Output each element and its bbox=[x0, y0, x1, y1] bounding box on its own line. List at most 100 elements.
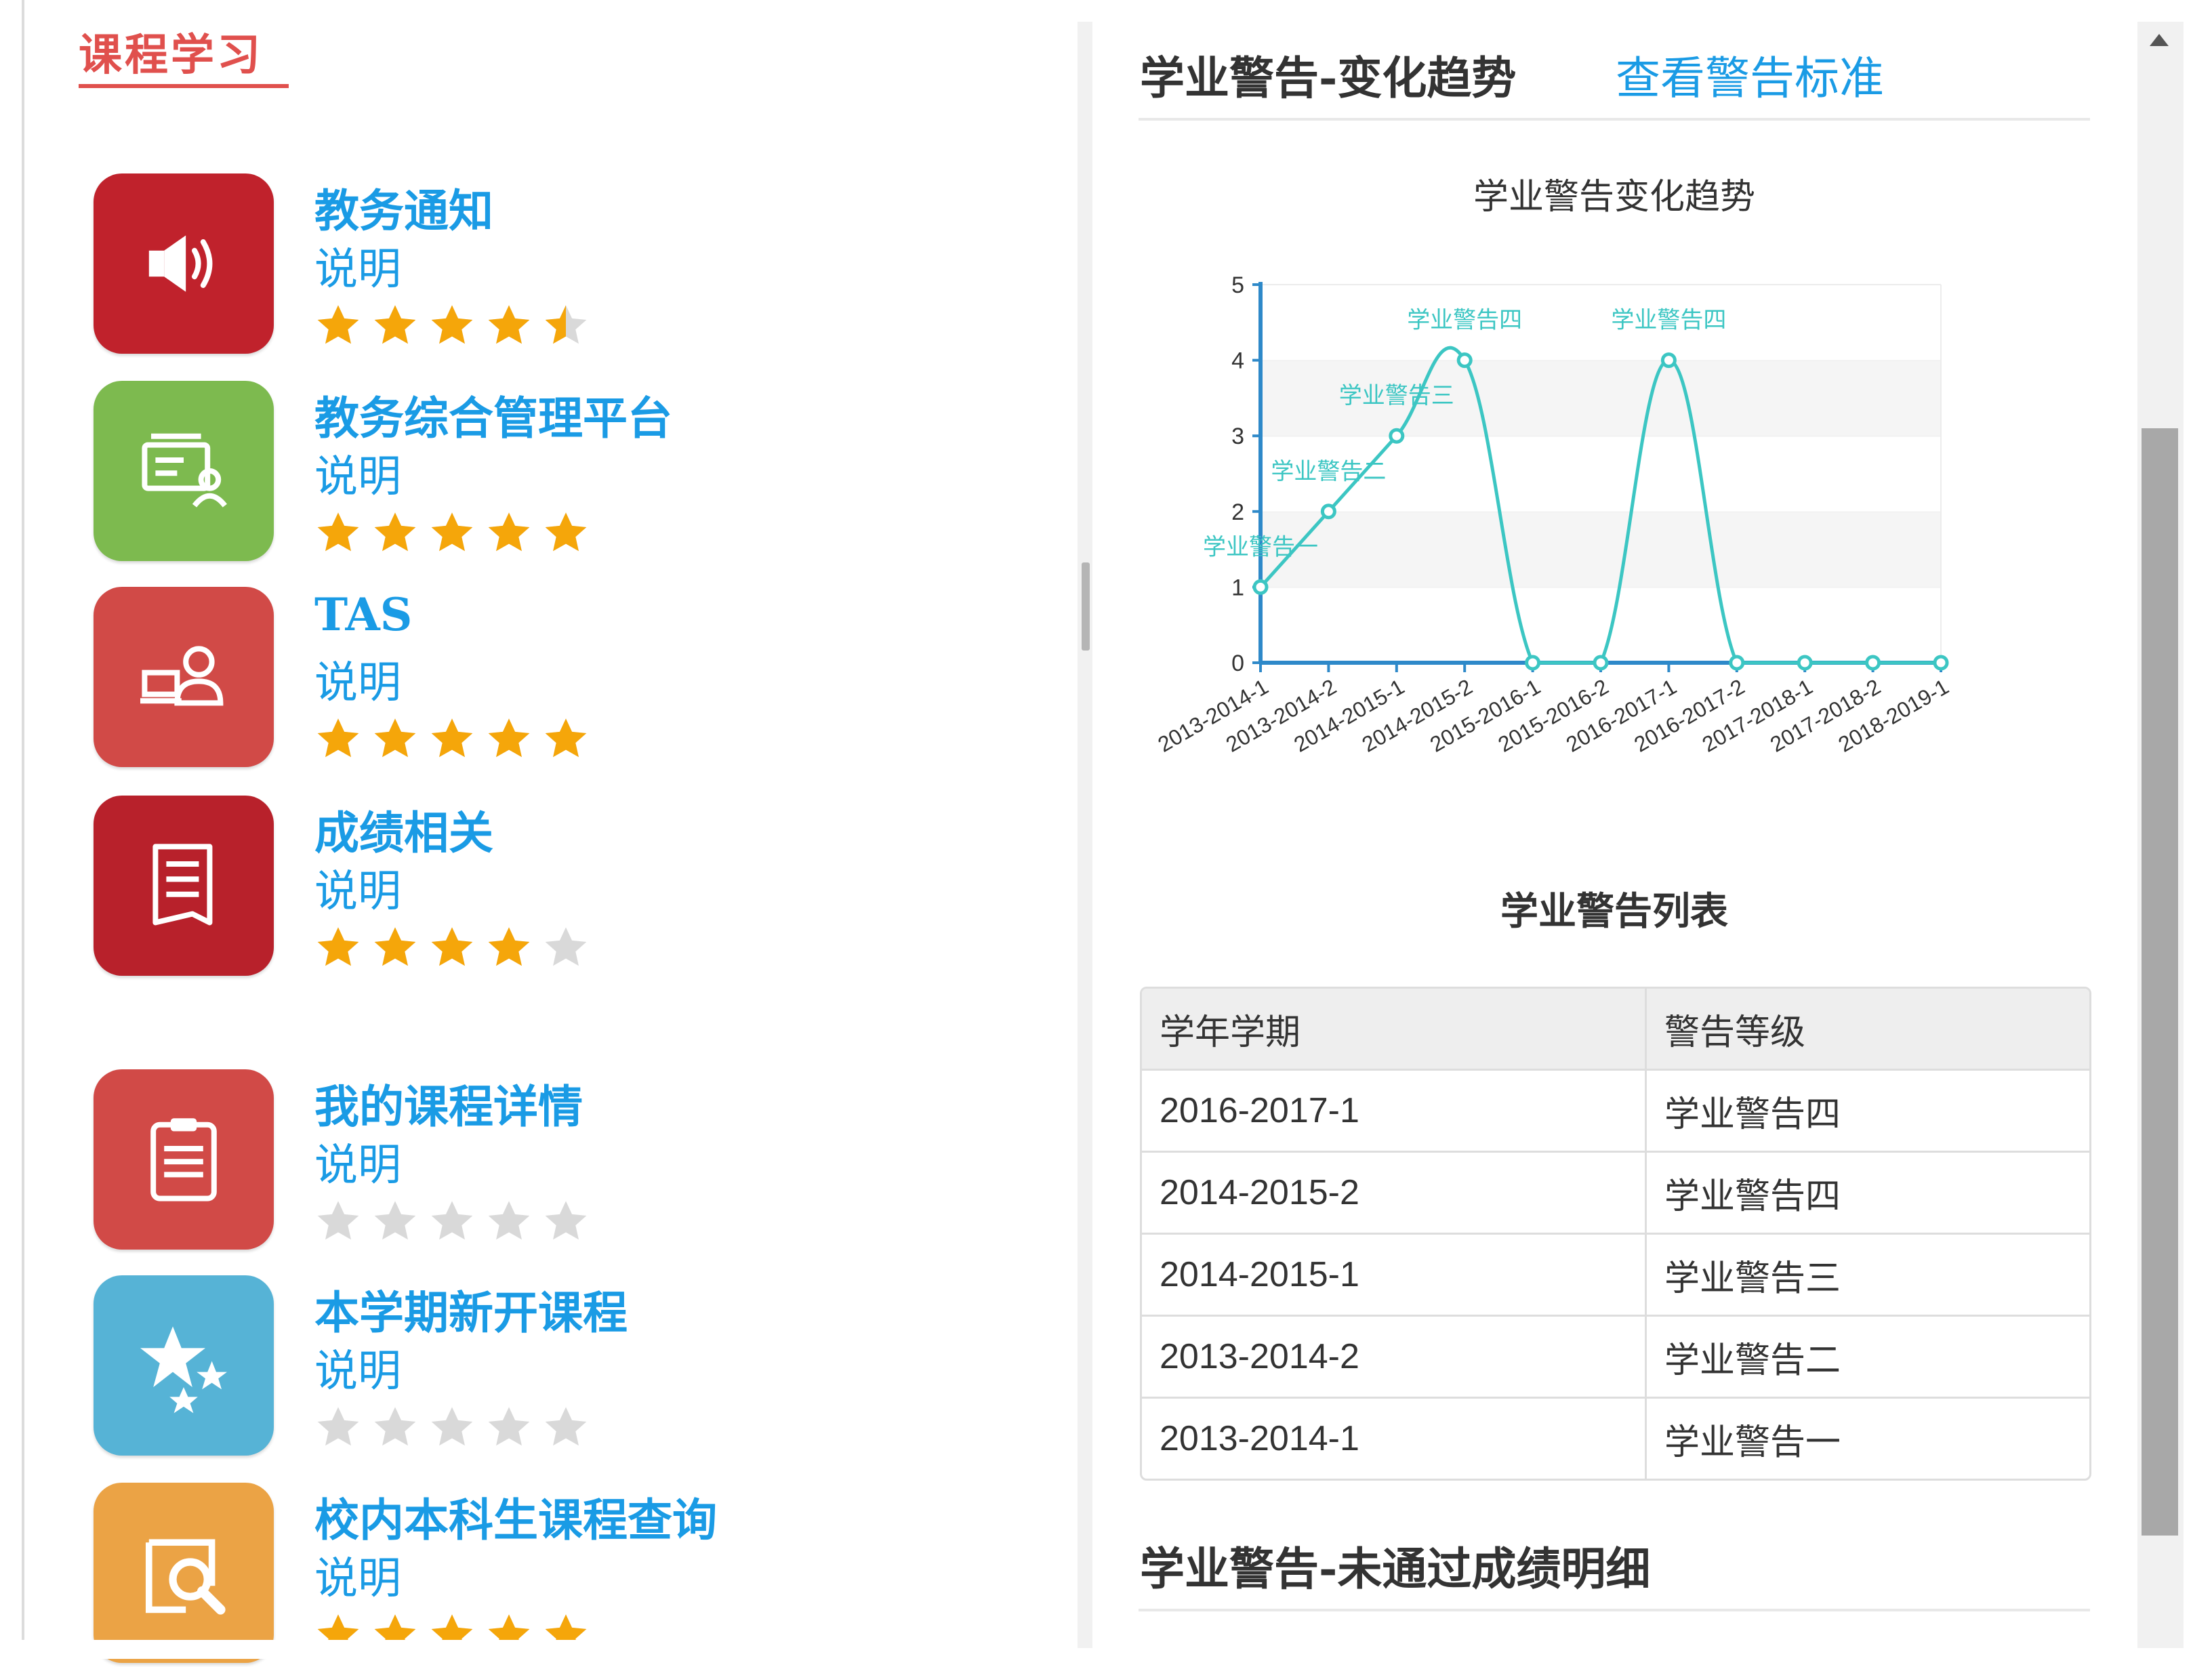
term-cell: 2014-2015-1 bbox=[1142, 1235, 1647, 1315]
column-header-level: 警告等级 bbox=[1664, 1012, 1806, 1052]
y-tick-label: 0 bbox=[1231, 651, 1244, 676]
star-icon bbox=[374, 512, 416, 552]
data-point[interactable] bbox=[1320, 503, 1336, 520]
column-header-term: 学年学期 bbox=[1142, 989, 1647, 1069]
app-description-link[interactable]: 说明 bbox=[314, 1336, 401, 1399]
tab-course-study[interactable]: 课程学习 bbox=[79, 20, 263, 83]
star-icon bbox=[488, 305, 530, 344]
table-row: 2014-2015-2 学业警告四 bbox=[1142, 1151, 2089, 1233]
rating-stars bbox=[314, 1404, 590, 1452]
star-icon bbox=[545, 1407, 587, 1446]
table-header-row: 学年学期 警告等级 bbox=[1142, 989, 2089, 1069]
megaphone-icon[interactable] bbox=[94, 173, 274, 354]
star-icon bbox=[545, 718, 587, 758]
app-title[interactable]: 教务通知 bbox=[314, 175, 493, 240]
star-icon bbox=[374, 305, 416, 344]
scroll-up-arrow-icon[interactable] bbox=[2150, 34, 2169, 46]
app-item-academic-notice[interactable]: 教务通知 说明 bbox=[94, 173, 595, 358]
app-item-new-courses[interactable]: 本学期新开课程 说明 bbox=[94, 1275, 628, 1460]
star-icon bbox=[317, 1407, 359, 1446]
star-icon bbox=[488, 1407, 530, 1446]
level-cell: 学业警告一 bbox=[1664, 1422, 1841, 1462]
data-point[interactable] bbox=[1593, 655, 1609, 671]
active-tab-indicator bbox=[79, 84, 289, 88]
rating-stars bbox=[314, 716, 590, 763]
star-icon bbox=[374, 1407, 416, 1446]
data-point[interactable] bbox=[1525, 655, 1541, 671]
app-item-grades[interactable]: 成绩相关 说明 bbox=[94, 796, 595, 980]
table-row: 2016-2017-1 学业警告四 bbox=[1142, 1069, 2089, 1151]
data-label: 学业警告四 bbox=[1407, 307, 1522, 334]
search-book-icon[interactable] bbox=[94, 1483, 274, 1663]
star-icon bbox=[488, 718, 530, 758]
star-icon bbox=[488, 512, 530, 552]
data-point[interactable] bbox=[1729, 655, 1745, 671]
document-icon[interactable] bbox=[94, 796, 274, 976]
app-title[interactable]: 校内本科生课程查询 bbox=[314, 1484, 717, 1549]
rating-stars bbox=[314, 1198, 590, 1246]
data-point[interactable] bbox=[1933, 655, 1949, 671]
warning-table: 学年学期 警告等级 2016-2017-1 学业警告四 2014-2015-2 … bbox=[1140, 987, 2091, 1481]
level-cell: 学业警告二 bbox=[1664, 1340, 1841, 1380]
level-cell: 学业警告四 bbox=[1664, 1094, 1841, 1134]
term-cell: 2014-2015-2 bbox=[1142, 1153, 1647, 1233]
app-title[interactable]: 本学期新开课程 bbox=[314, 1277, 628, 1342]
app-description-link[interactable]: 说明 bbox=[314, 1544, 401, 1606]
app-title[interactable]: 我的课程详情 bbox=[314, 1071, 583, 1136]
grid-band bbox=[1261, 511, 1941, 588]
presentation-icon[interactable] bbox=[94, 381, 274, 561]
view-warning-standard-link[interactable]: 查看警告标准 bbox=[1616, 42, 1884, 107]
data-point[interactable] bbox=[1252, 579, 1269, 595]
y-tick-label: 4 bbox=[1231, 348, 1244, 374]
star-icon bbox=[317, 512, 359, 552]
star-icon bbox=[545, 1201, 587, 1240]
app-item-tas[interactable]: TAS 说明 bbox=[94, 587, 595, 771]
data-point[interactable] bbox=[1660, 352, 1677, 369]
y-tick-label: 3 bbox=[1231, 424, 1244, 449]
term-cell: 2013-2014-1 bbox=[1142, 1399, 1647, 1479]
star-icon bbox=[374, 927, 416, 966]
star-icon bbox=[431, 512, 473, 552]
term-cell: 2016-2017-1 bbox=[1142, 1071, 1647, 1151]
star-icon bbox=[374, 1201, 416, 1240]
star-icon bbox=[545, 927, 587, 966]
data-label: 学业警告四 bbox=[1611, 307, 1726, 334]
y-tick-label: 5 bbox=[1231, 272, 1244, 298]
star-icon bbox=[317, 718, 359, 758]
app-title[interactable]: 成绩相关 bbox=[314, 797, 493, 862]
app-item-my-course-details[interactable]: 我的课程详情 说明 bbox=[94, 1069, 595, 1254]
left-panel-border bbox=[22, 0, 24, 1640]
data-label: 学业警告一 bbox=[1203, 533, 1318, 560]
star-icon bbox=[545, 305, 587, 344]
rating-stars bbox=[314, 302, 590, 350]
clipboard-icon[interactable] bbox=[94, 1069, 274, 1250]
app-item-academic-management-platform[interactable]: 教务综合管理平台 说明 bbox=[94, 381, 672, 565]
resize-handle[interactable] bbox=[1082, 562, 1090, 651]
app-description-link[interactable]: 说明 bbox=[314, 1130, 401, 1193]
panel-divider bbox=[1078, 22, 1092, 1648]
table-row: 2013-2014-2 学业警告二 bbox=[1142, 1315, 2089, 1397]
app-title[interactable]: 教务综合管理平台 bbox=[314, 382, 672, 447]
user-at-laptop-icon[interactable] bbox=[94, 587, 274, 767]
warning-trend-chart: 学业警告变化趋势 0123452013-2014-12013-2014-2201… bbox=[1153, 177, 1952, 757]
scrollbar-thumb[interactable] bbox=[2142, 428, 2178, 1536]
data-point[interactable] bbox=[1456, 352, 1473, 369]
app-description-link[interactable]: 说明 bbox=[314, 857, 401, 919]
level-cell: 学业警告四 bbox=[1664, 1176, 1841, 1216]
data-point[interactable] bbox=[1865, 655, 1881, 671]
app-description-link[interactable]: 说明 bbox=[314, 234, 401, 297]
data-point[interactable] bbox=[1797, 655, 1813, 671]
star-icon bbox=[431, 927, 473, 966]
data-point[interactable] bbox=[1389, 428, 1405, 444]
rating-stars bbox=[314, 924, 590, 972]
warning-list-title: 学业警告列表 bbox=[1500, 890, 1728, 934]
star-icon bbox=[431, 1201, 473, 1240]
section-divider bbox=[1139, 118, 2090, 121]
star-icon bbox=[431, 1407, 473, 1446]
app-description-link[interactable]: 说明 bbox=[314, 442, 401, 504]
term-cell: 2013-2014-2 bbox=[1142, 1317, 1647, 1397]
star-icon bbox=[545, 512, 587, 552]
app-title[interactable]: TAS bbox=[314, 588, 412, 641]
stars-icon[interactable] bbox=[94, 1275, 274, 1456]
app-description-link[interactable]: 说明 bbox=[314, 648, 401, 710]
